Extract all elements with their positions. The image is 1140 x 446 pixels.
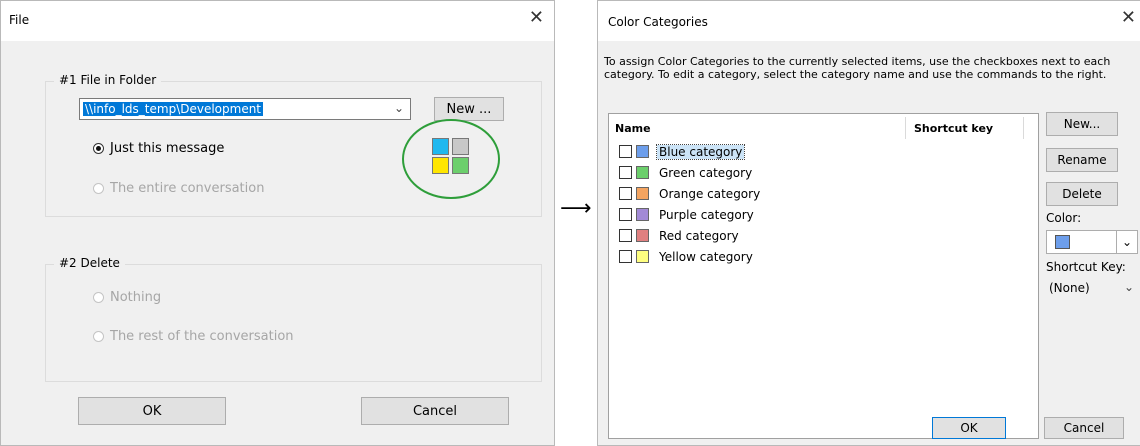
- file-dialog: File ✕ #1 File in Folder \\info_lds_temp…: [0, 0, 555, 446]
- color-square-yellow-icon: [432, 157, 449, 174]
- radio-rest-label: The rest of the conversation: [110, 329, 294, 344]
- column-header-name[interactable]: Name: [615, 122, 651, 135]
- cancel-button[interactable]: Cancel: [1044, 417, 1124, 439]
- category-list[interactable]: Name Shortcut key Blue category Green ca…: [608, 113, 1039, 439]
- category-label[interactable]: Purple category: [657, 208, 756, 222]
- category-label[interactable]: Green category: [657, 166, 754, 180]
- chevron-down-icon[interactable]: ⌄: [1124, 280, 1134, 294]
- category-checkbox[interactable]: [619, 187, 632, 200]
- column-divider: [1023, 117, 1024, 139]
- close-icon[interactable]: ✕: [529, 7, 544, 28]
- delete-legend: #2 Delete: [54, 256, 125, 270]
- arrow-right-icon: ⟶: [560, 196, 592, 221]
- category-checkbox[interactable]: [619, 145, 632, 158]
- category-row-orange[interactable]: Orange category: [619, 185, 762, 202]
- category-label[interactable]: Red category: [657, 229, 741, 243]
- radio-dot: [93, 143, 104, 154]
- radio-dot: [93, 292, 104, 303]
- folder-combobox[interactable]: \\info_lds_temp\Development ⌄: [79, 98, 411, 120]
- category-checkbox[interactable]: [619, 229, 632, 242]
- file-in-folder-legend: #1 File in Folder: [54, 73, 162, 87]
- category-checkbox[interactable]: [619, 250, 632, 263]
- radio-nothing-label: Nothing: [110, 290, 162, 305]
- shortcut-key-value: (None): [1049, 281, 1090, 295]
- instructions-text: To assign Color Categories to the curren…: [604, 55, 1111, 81]
- column-header-shortcut[interactable]: Shortcut key: [914, 122, 993, 135]
- category-row-purple[interactable]: Purple category: [619, 206, 756, 223]
- file-dialog-titlebar: File ✕: [1, 1, 554, 41]
- shortcut-key-dropdown[interactable]: (None) ⌄: [1046, 278, 1138, 300]
- category-label[interactable]: Blue category: [655, 143, 746, 160]
- folder-value: \\info_lds_temp\Development: [83, 102, 264, 116]
- category-swatch: [636, 250, 649, 263]
- color-picker[interactable]: ⌄: [1046, 230, 1138, 254]
- radio-nothing[interactable]: Nothing: [93, 290, 161, 305]
- category-swatch: [636, 187, 649, 200]
- ok-button[interactable]: OK: [932, 417, 1006, 439]
- delete-button[interactable]: Delete: [1046, 182, 1118, 206]
- radio-entire-label: The entire conversation: [110, 181, 265, 196]
- color-square-green-icon: [452, 157, 469, 174]
- new-category-button[interactable]: New...: [1046, 112, 1118, 136]
- category-swatch: [636, 229, 649, 242]
- category-label[interactable]: Orange category: [657, 187, 762, 201]
- color-dialog-titlebar: Color Categories ✕: [598, 1, 1140, 41]
- cancel-button[interactable]: Cancel: [361, 397, 509, 425]
- category-swatch: [636, 166, 649, 179]
- radio-entire-conversation[interactable]: The entire conversation: [93, 181, 264, 196]
- color-dialog-title: Color Categories: [608, 15, 708, 29]
- chevron-down-icon[interactable]: ⌄: [394, 101, 404, 115]
- color-square-gray-icon: [452, 138, 469, 155]
- color-categories-dialog: Color Categories ✕ To assign Color Categ…: [597, 0, 1140, 446]
- category-row-blue[interactable]: Blue category: [619, 143, 746, 160]
- category-row-red[interactable]: Red category: [619, 227, 741, 244]
- close-icon[interactable]: ✕: [1121, 7, 1136, 28]
- category-row-green[interactable]: Green category: [619, 164, 754, 181]
- file-dialog-title: File: [9, 13, 30, 27]
- shortcut-key-label: Shortcut Key:: [1046, 260, 1126, 274]
- category-checkbox[interactable]: [619, 208, 632, 221]
- category-row-yellow[interactable]: Yellow category: [619, 248, 755, 265]
- radio-rest-of-conversation[interactable]: The rest of the conversation: [93, 329, 294, 344]
- radio-just-this-message[interactable]: Just this message: [93, 141, 224, 156]
- radio-dot: [93, 331, 104, 342]
- color-label: Color:: [1046, 211, 1082, 225]
- category-swatch: [636, 145, 649, 158]
- category-checkbox[interactable]: [619, 166, 632, 179]
- delete-group: #2 Delete: [45, 256, 542, 382]
- radio-dot: [93, 183, 104, 194]
- category-label[interactable]: Yellow category: [657, 250, 755, 264]
- color-square-cyan-icon: [432, 138, 449, 155]
- selected-color-swatch: [1055, 235, 1070, 249]
- ok-button[interactable]: OK: [78, 397, 226, 425]
- chevron-down-icon[interactable]: ⌄: [1116, 231, 1137, 253]
- radio-just-this-label: Just this message: [110, 141, 225, 156]
- green-circle-annotation: [402, 119, 500, 199]
- rename-button[interactable]: Rename: [1046, 148, 1118, 172]
- column-divider: [905, 117, 906, 139]
- category-swatch: [636, 208, 649, 221]
